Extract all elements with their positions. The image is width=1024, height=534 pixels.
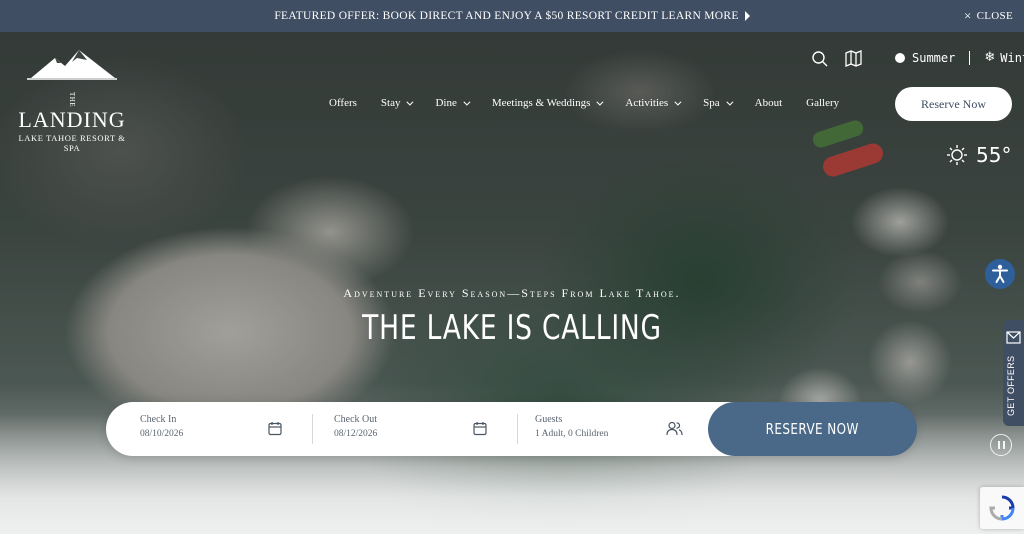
nav-label: Stay	[380, 97, 401, 109]
summer-toggle[interactable]: Summer	[893, 51, 955, 65]
nav-label: Spa	[703, 97, 720, 109]
chevron-down-icon	[463, 98, 471, 106]
nav-item-offers[interactable]: Offers	[329, 97, 357, 109]
check-in-field[interactable]: Check In 08/10/2026	[140, 414, 183, 439]
check-out-label: Check Out	[334, 414, 378, 425]
nav-label: Gallery	[806, 97, 840, 109]
guests-value: 1 Adult, 0 Children	[535, 429, 609, 439]
summer-label: Summer	[912, 50, 956, 65]
offer-link[interactable]: FEATURED OFFER: BOOK DIRECT AND ENJOY A …	[274, 10, 750, 22]
nav-item-dine[interactable]: Dine	[435, 97, 471, 109]
get-offers-tab[interactable]: GET OFFERS	[1003, 320, 1024, 426]
nav-item-stay[interactable]: Stay	[380, 97, 414, 109]
guests-icon	[666, 421, 683, 436]
sun-icon	[895, 52, 905, 63]
get-offers-label: GET OFFERS	[1006, 355, 1016, 416]
nav-label: Dine	[435, 97, 457, 109]
envelope-icon	[1006, 331, 1021, 344]
pause-video-button[interactable]	[990, 434, 1012, 456]
nav-item-gallery[interactable]: Gallery	[806, 97, 839, 109]
arrow-right-icon	[744, 11, 750, 21]
map-button[interactable]	[845, 50, 862, 67]
chevron-down-icon	[726, 98, 734, 106]
search-button[interactable]	[811, 50, 829, 68]
close-icon: ×	[964, 8, 972, 23]
check-in-label: Check In	[140, 414, 177, 425]
winter-toggle[interactable]: ❄ Winter	[984, 50, 1024, 65]
pause-icon	[1002, 441, 1005, 449]
nav-label: Meetings & Weddings	[491, 97, 591, 109]
logo-subtitle: LAKE TAHOE RESORT & SPA	[18, 133, 126, 153]
close-label: CLOSE	[976, 10, 1013, 22]
nav-item-meetings-weddings[interactable]: Meetings & Weddings	[491, 97, 604, 109]
hero-headline: THE LAKE IS CALLING	[362, 308, 662, 348]
accessibility-button[interactable]	[985, 259, 1015, 289]
sun-icon	[947, 145, 967, 165]
nav-item-activities[interactable]: Activities	[625, 97, 682, 109]
field-divider	[312, 414, 313, 444]
pause-icon	[997, 441, 1000, 449]
season-divider	[969, 50, 971, 65]
offer-banner: FEATURED OFFER: BOOK DIRECT AND ENJOY A …	[0, 0, 1024, 32]
mountain-logo-icon	[27, 50, 117, 80]
check-out-field[interactable]: Check Out 08/12/2026	[334, 414, 377, 439]
field-divider	[517, 414, 518, 444]
close-banner-button[interactable]: × CLOSE	[964, 0, 1013, 32]
hero-tagline: Adventure Every Season—Steps From Lake T…	[343, 286, 681, 300]
nav-label: About	[754, 97, 783, 109]
chevron-down-icon	[406, 98, 414, 106]
nav-label: Activities	[625, 97, 669, 109]
reserve-now-button[interactable]: RESERVE NOW	[708, 402, 917, 456]
calendar-icon[interactable]	[473, 421, 487, 436]
nav-item-about[interactable]: About	[755, 97, 783, 109]
nav-label: Offers	[329, 97, 357, 109]
recaptcha-icon	[989, 495, 1015, 521]
weather-widget: 55°	[946, 143, 1011, 167]
recaptcha-badge[interactable]	[980, 487, 1024, 529]
check-out-value: 08/12/2026	[334, 429, 378, 439]
reserve-now-label: RESERVE NOW	[765, 420, 860, 438]
search-icon	[812, 51, 828, 67]
reserve-now-header-button[interactable]: Reserve Now	[895, 87, 1012, 121]
map-icon	[845, 50, 862, 67]
logo-prefix: THE	[68, 92, 76, 108]
chevron-down-icon	[674, 98, 682, 106]
main-nav: Offers Stay Dine Meetings & Weddings Act…	[329, 97, 863, 109]
nav-item-spa[interactable]: Spa	[703, 97, 734, 109]
season-toggle: Summer ❄ Winter	[893, 50, 1024, 65]
winter-label: Winter	[1000, 50, 1024, 65]
resort-logo[interactable]: THELANDING LAKE TAHOE RESORT & SPA	[12, 48, 132, 153]
check-in-value: 08/10/2026	[140, 429, 184, 439]
temperature: 55°	[976, 143, 1012, 167]
guests-label: Guests	[535, 414, 563, 425]
offer-text: FEATURED OFFER: BOOK DIRECT AND ENJOY A …	[274, 10, 739, 22]
snowflake-icon: ❄	[984, 50, 996, 65]
calendar-icon[interactable]	[268, 421, 282, 436]
logo-title: LANDING	[18, 107, 126, 132]
guests-field[interactable]: Guests 1 Adult, 0 Children	[535, 414, 608, 439]
chevron-down-icon	[596, 98, 604, 106]
accessibility-icon	[992, 264, 1008, 283]
logo-name: THELANDING	[12, 87, 132, 131]
